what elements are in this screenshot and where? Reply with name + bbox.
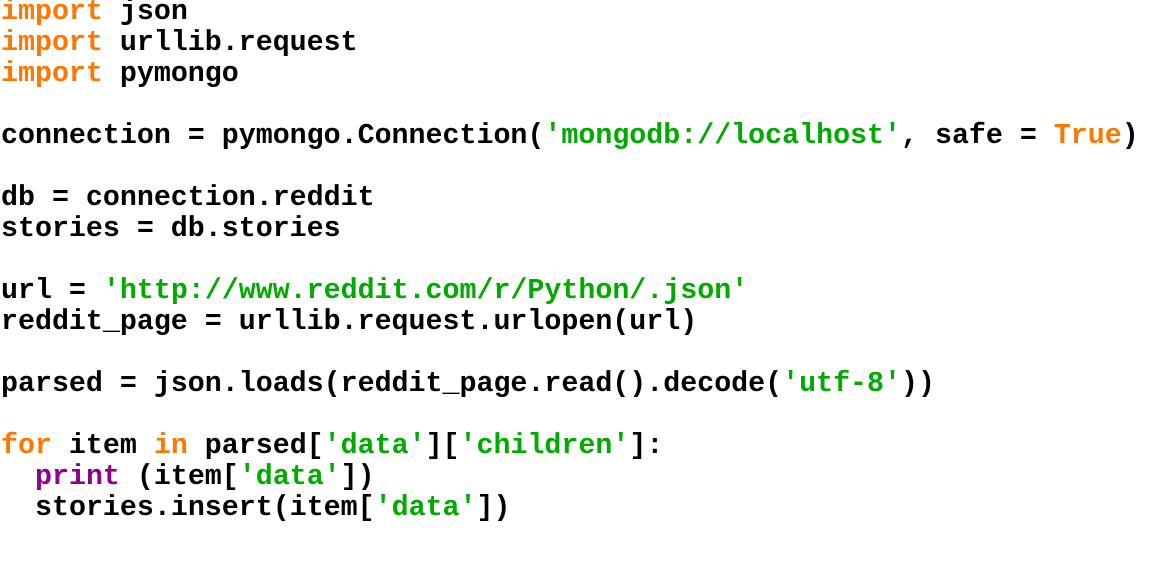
keyword-token: import: [1, 0, 103, 28]
code-listing: import json import urllib.request import p…: [0, 0, 1154, 558]
code-text-token: ][: [425, 430, 460, 462]
code-line: reddit_page = urllib.request.urlopen(url…: [1, 306, 1154, 339]
code-line: import pymongo: [1, 58, 1154, 91]
string-token: 'mongodb://localhost': [544, 120, 901, 152]
string-token: 'children': [459, 430, 630, 462]
code-line: db = connection.reddit: [1, 182, 1154, 215]
keyword-token: True: [1053, 120, 1122, 152]
string-token: 'data': [238, 461, 341, 493]
code-text-token: ]:: [629, 430, 664, 462]
code-text-token: , safe =: [901, 120, 1054, 152]
code-text-token: reddit_page = urllib.request.urlopen(url…: [1, 306, 698, 338]
code-text-token: ): [1121, 120, 1139, 152]
code-text-token: stories.insert(item[: [35, 492, 375, 524]
code-line: import json: [1, 0, 1154, 29]
code-line: connection = pymongo.Connection('mongodb…: [1, 120, 1154, 153]
code-text-token: connection = pymongo.Connection(: [1, 120, 545, 152]
keyword-token: import: [1, 27, 103, 59]
code-text-token: url =: [1, 275, 103, 307]
code-line: url = 'http://www.reddit.com/r/Python/.j…: [1, 275, 1154, 308]
string-token: 'data': [374, 492, 477, 524]
blank-line: ​: [1, 399, 1154, 432]
keyword-token: for: [1, 430, 52, 462]
code-text-token: ]): [340, 461, 375, 493]
builtin-token: print: [35, 461, 120, 493]
code-text-token: parsed = json.loads(reddit_page.read().d…: [1, 368, 783, 400]
code-line: parsed = json.loads(reddit_page.read().d…: [1, 368, 1154, 401]
code-text-token: urllib.request: [102, 27, 358, 59]
code-text-token: (item[: [119, 461, 239, 493]
blank-line: ​: [1, 151, 1154, 184]
code-text-token: json: [102, 0, 188, 28]
code-text-token: )): [901, 368, 935, 400]
code-line: stories = db.stories: [1, 213, 1154, 246]
blank-line: ​: [1, 337, 1154, 370]
string-token: 'data': [323, 430, 426, 462]
code-text-token: stories = db.stories: [1, 213, 341, 245]
blank-line: ​: [1, 89, 1154, 122]
code-line: print (item['data']): [1, 461, 1154, 494]
keyword-token: in: [153, 430, 188, 462]
string-token: 'http://www.reddit.com/r/Python/.json': [102, 275, 749, 307]
code-text-token: pymongo: [102, 58, 239, 90]
keyword-token: import: [1, 58, 103, 90]
blank-line: ​: [1, 244, 1154, 277]
code-text-token: item: [51, 430, 154, 462]
code-line: for item in parsed['data']['children']:: [1, 430, 1154, 463]
code-text-token: db = connection.reddit: [1, 182, 375, 214]
code-line: stories.insert(item['data']): [1, 492, 1154, 525]
string-token: 'utf-8': [782, 368, 901, 400]
code-text-token: parsed[: [187, 430, 324, 462]
code-line: import urllib.request: [1, 27, 1154, 60]
code-text-token: ]): [476, 492, 511, 524]
